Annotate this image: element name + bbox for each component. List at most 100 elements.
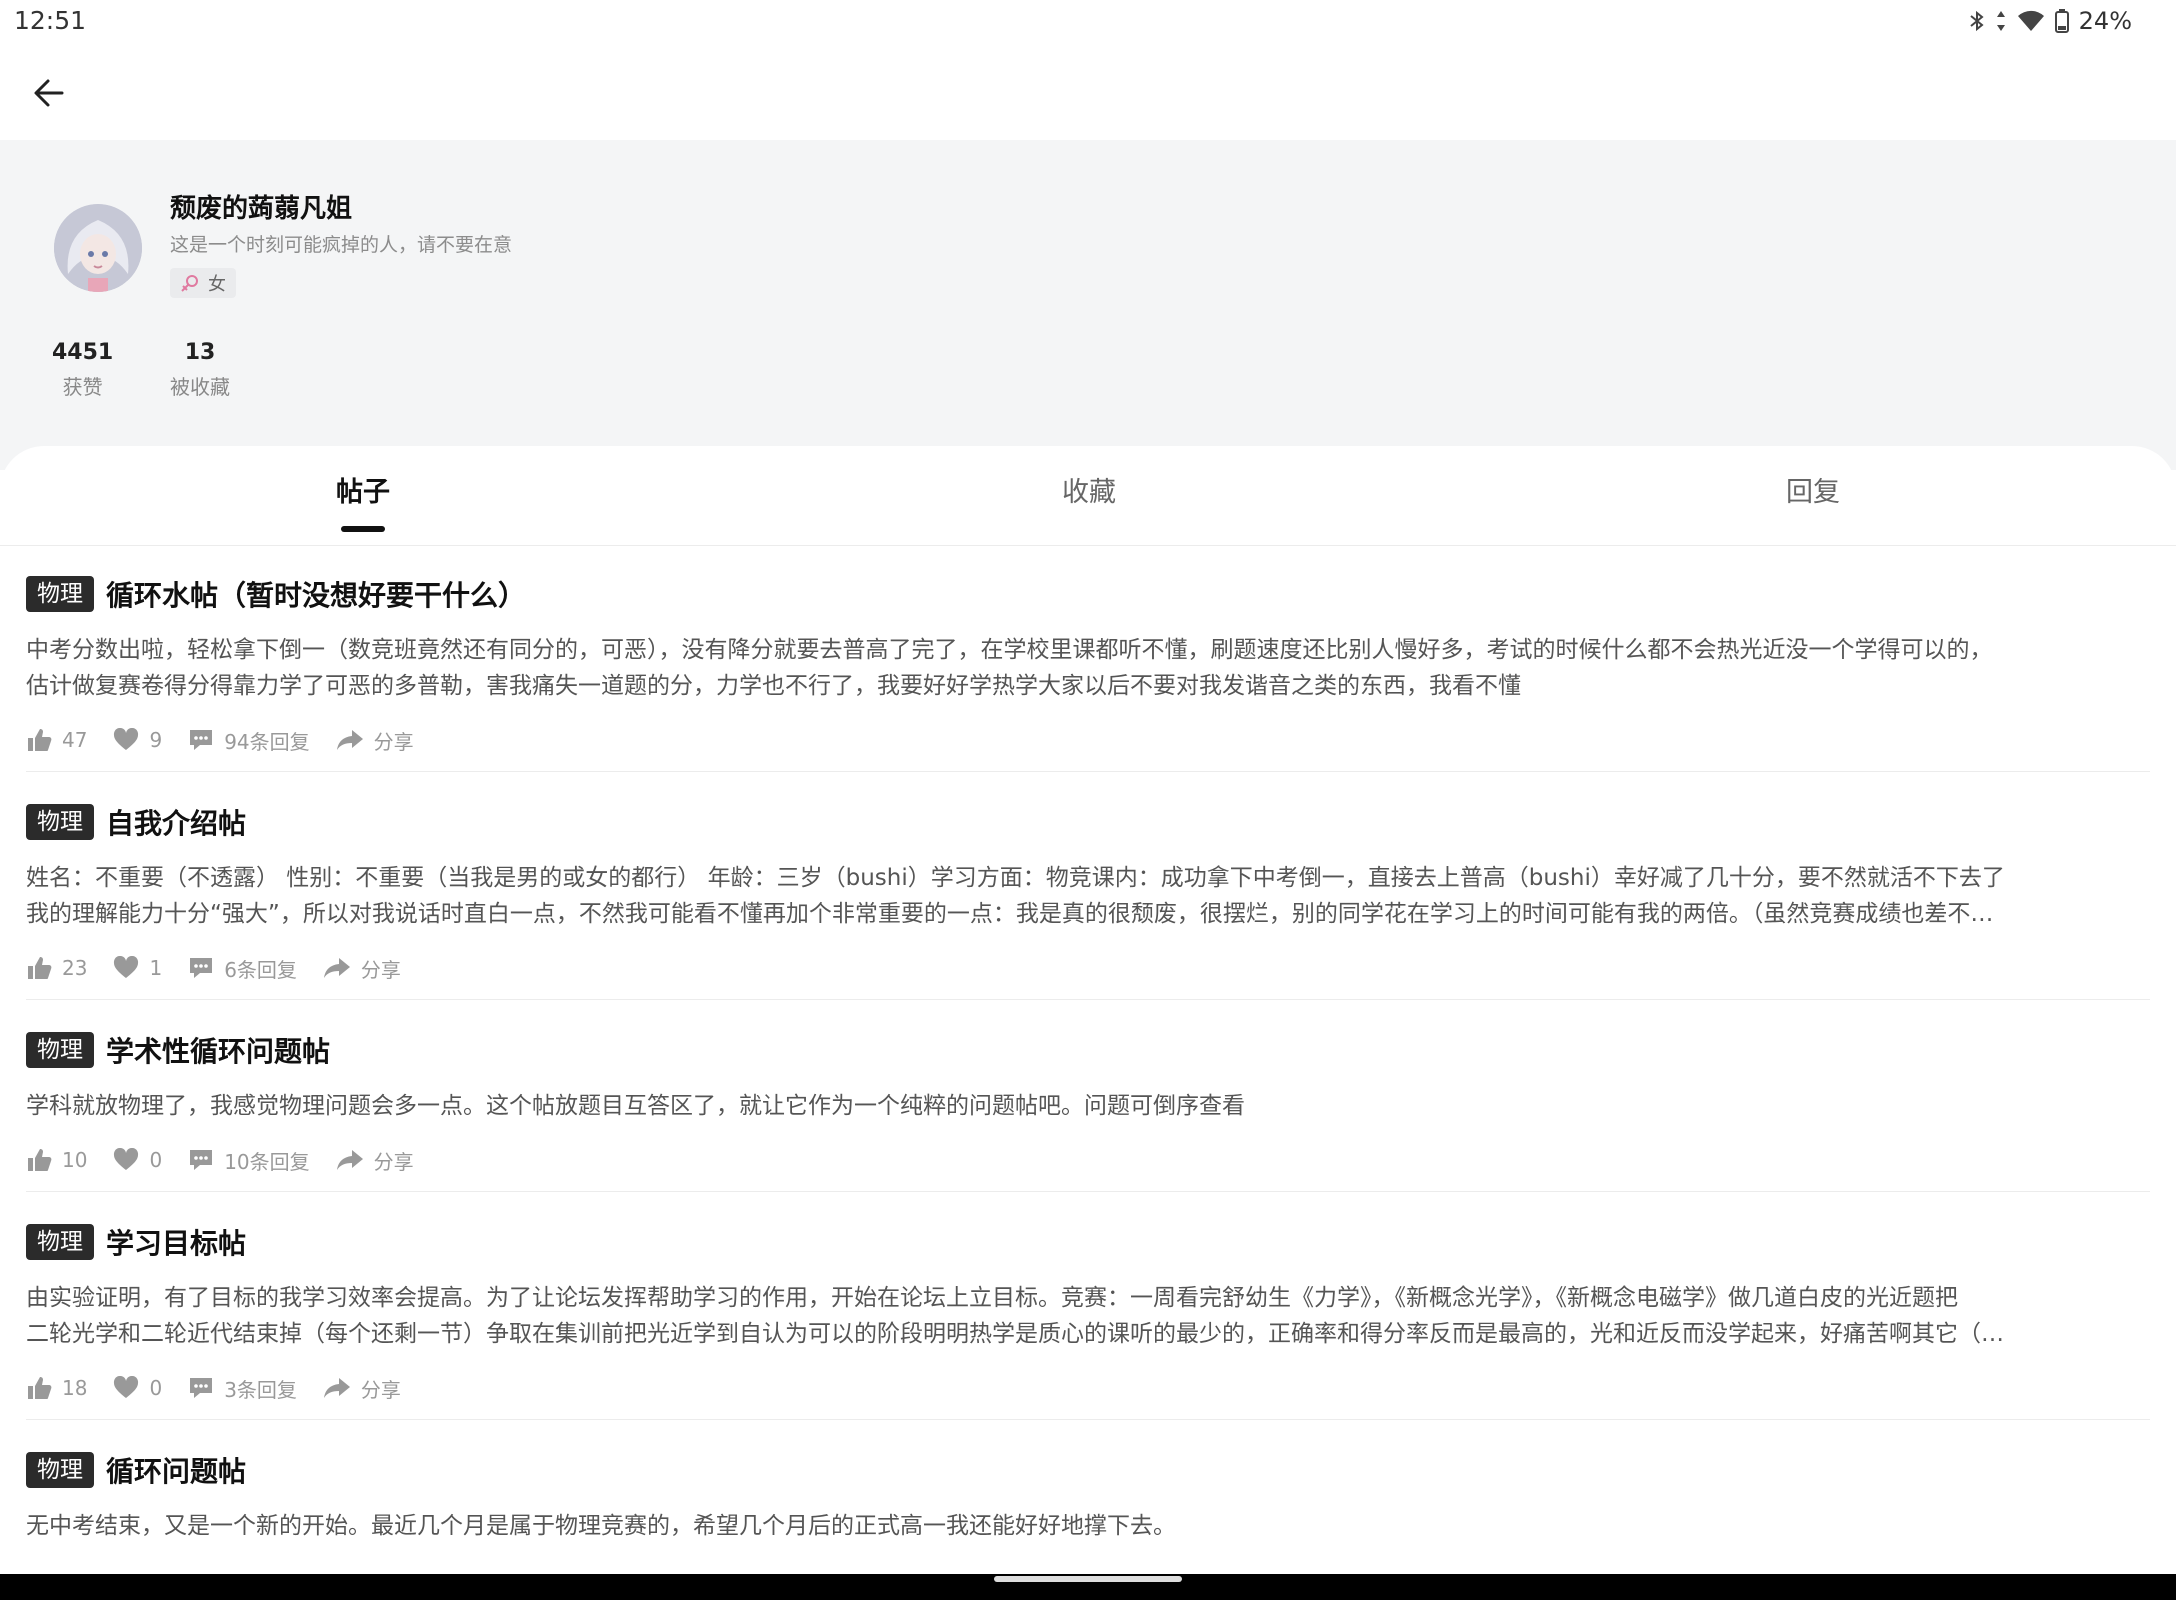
comment-icon <box>190 730 213 750</box>
data-arrows-icon <box>1996 11 2005 31</box>
favorite-button[interactable]: 0 <box>113 1376 162 1400</box>
likes-count: 4451 <box>52 340 114 365</box>
post-title: 学术性循环问题帖 <box>106 1035 331 1068</box>
post-title: 循环水帖（暂时没想好要干什么） <box>106 579 527 612</box>
battery-percent: 24% <box>2078 7 2132 35</box>
post-title: 自我介绍帖 <box>106 807 247 840</box>
post-item[interactable]: 物理 循环水帖（暂时没想好要干什么） 中考分数出啦，轻松拿下倒一（数竞班竟然还有… <box>26 574 2150 772</box>
share-label: 分享 <box>373 1149 414 1174</box>
thumbs-up-icon <box>28 1149 52 1171</box>
share-icon <box>336 1150 363 1170</box>
battery-icon <box>2054 9 2069 33</box>
tab-posts[interactable]: 帖子 <box>336 470 390 509</box>
thumbs-up-icon <box>28 957 52 979</box>
tab-bar: 帖子 收藏 回复 <box>0 446 2176 546</box>
favorite-count: 0 <box>149 1148 163 1172</box>
share-icon <box>323 1378 350 1398</box>
user-bio: 这是一个时刻可能疯掉的人，请不要在意 <box>170 234 513 256</box>
comment-icon <box>190 1378 213 1398</box>
favorited-count: 13 <box>184 340 216 365</box>
reply-button[interactable]: 3条回复 <box>188 1374 297 1403</box>
share-label: 分享 <box>360 1377 401 1402</box>
reply-count: 3条回复 <box>224 1377 297 1402</box>
tab-favorites[interactable]: 收藏 <box>1062 470 1116 509</box>
gender-badge: 女 <box>170 268 236 298</box>
status-bar: 12:51 24% <box>0 0 2176 44</box>
post-title: 学习目标帖 <box>106 1227 247 1260</box>
stat-likes: 4451 获赞 <box>52 340 113 400</box>
reply-button[interactable]: 6条回复 <box>188 954 297 983</box>
heart-icon <box>114 1376 139 1398</box>
share-button[interactable]: 分享 <box>323 954 401 983</box>
likes-label: 获赞 <box>62 375 103 399</box>
home-gesture-handle[interactable] <box>994 1576 1182 1582</box>
favorite-count: 1 <box>149 956 163 980</box>
heart-icon <box>114 728 139 750</box>
post-excerpt-line: 姓名：不重要（不透露） 性别：不重要（当我是男的或女的都行） 年龄：三岁（bus… <box>26 865 2005 891</box>
post-excerpt-line: 由实验证明，有了目标的我学习效率会提高。为了让论坛发挥帮助学习的作用，开始在论坛… <box>26 1285 1958 1311</box>
reply-count: 6条回复 <box>224 957 297 982</box>
wifi-icon <box>2017 10 2044 31</box>
app-bar <box>0 44 2176 140</box>
favorite-button[interactable]: 1 <box>113 956 162 980</box>
share-icon <box>336 730 363 750</box>
comment-icon <box>190 958 213 978</box>
like-count: 47 <box>62 728 88 752</box>
share-button[interactable]: 分享 <box>336 726 414 755</box>
share-button[interactable]: 分享 <box>323 1374 401 1403</box>
heart-icon <box>114 1148 139 1170</box>
arrow-left-icon <box>34 79 64 107</box>
profile-header: 颓废的蒟蒻凡姐 这是一个时刻可能疯掉的人，请不要在意 女 4451 获赞 13 … <box>0 140 2176 470</box>
post-excerpt-line: 我的理解能力十分“强大”，所以对我说话时直白一点，不然我可能看不懂再加个非常重要… <box>26 901 1994 927</box>
bluetooth-icon <box>1970 10 1984 32</box>
content-sheet: 帖子 收藏 回复 物理 循环水帖（暂时没想好要干什么） 中考分数出啦，轻松拿下倒… <box>0 446 2176 1576</box>
back-button[interactable] <box>26 70 72 116</box>
status-time: 12:51 <box>14 6 87 35</box>
like-button[interactable]: 23 <box>26 955 87 981</box>
post-tag: 物理 <box>26 576 94 612</box>
tab-indicator <box>341 526 385 532</box>
thumbs-up-icon <box>28 729 52 751</box>
like-count: 18 <box>62 1376 88 1400</box>
favorite-button[interactable]: 0 <box>113 1148 162 1172</box>
comment-icon <box>190 1150 213 1170</box>
post-item[interactable]: 物理 循环问题帖 无中考结束，又是一个新的开始。最近几个月是属于物理竞赛的，希望… <box>26 1450 2150 1576</box>
reply-button[interactable]: 94条回复 <box>188 726 310 755</box>
reply-count: 10条回复 <box>224 1149 310 1174</box>
post-excerpt-line: 中考分数出啦，轻松拿下倒一（数竞班竟然还有同分的，可恶），没有降分就要去普高了完… <box>26 637 1993 663</box>
reply-count: 94条回复 <box>224 729 310 754</box>
post-excerpt-line: 估计做复赛卷得分得靠力学了可恶的多普勒，害我痛失一道题的分，力学也不行了，我要好… <box>26 673 1521 699</box>
share-label: 分享 <box>360 957 401 982</box>
like-count: 23 <box>62 956 88 980</box>
username: 颓废的蒟蒻凡姐 <box>170 194 353 224</box>
reply-button[interactable]: 10条回复 <box>188 1146 310 1175</box>
thumbs-up-icon <box>28 1377 52 1399</box>
status-icons: 24% <box>1969 7 2132 35</box>
like-button[interactable]: 47 <box>26 727 87 753</box>
share-button[interactable]: 分享 <box>336 1146 414 1175</box>
share-label: 分享 <box>373 729 414 754</box>
like-button[interactable]: 10 <box>26 1147 87 1173</box>
post-item[interactable]: 物理 学术性循环问题帖 学科就放物理了，我感觉物理问题会多一点。这个帖放题目互答… <box>26 1030 2150 1192</box>
favorite-count: 9 <box>149 728 163 752</box>
like-count: 10 <box>62 1148 88 1172</box>
post-tag: 物理 <box>26 804 94 840</box>
favorite-count: 0 <box>149 1376 163 1400</box>
favorited-label: 被收藏 <box>170 375 230 399</box>
post-excerpt-line: 无中考结束，又是一个新的开始。最近几个月是属于物理竞赛的，希望几个月后的正式高一… <box>26 1513 1176 1539</box>
post-tag: 物理 <box>26 1452 94 1488</box>
post-item[interactable]: 物理 自我介绍帖 姓名：不重要（不透露） 性别：不重要（当我是男的或女的都行） … <box>26 802 2150 1000</box>
heart-icon <box>114 956 139 978</box>
favorite-button[interactable]: 9 <box>113 728 162 752</box>
stat-favorited: 13 被收藏 <box>170 340 230 400</box>
avatar-image <box>54 204 142 292</box>
share-icon <box>323 958 350 978</box>
post-tag: 物理 <box>26 1224 94 1260</box>
tab-replies[interactable]: 回复 <box>1786 470 1840 509</box>
post-excerpt-line: 学科就放物理了，我感觉物理问题会多一点。这个帖放题目互答区了，就让它作为一个纯粹… <box>26 1093 1245 1119</box>
post-title: 循环问题帖 <box>106 1455 247 1488</box>
like-button[interactable]: 18 <box>26 1375 87 1401</box>
avatar[interactable] <box>54 204 142 292</box>
post-excerpt-line: 二轮光学和二轮近代结束掉（每个还剩一节）争取在集训前把光近学到自认为可以的阶段明… <box>26 1321 2004 1347</box>
post-item[interactable]: 物理 学习目标帖 由实验证明，有了目标的我学习效率会提高。为了让论坛发挥帮助学习… <box>26 1222 2150 1420</box>
